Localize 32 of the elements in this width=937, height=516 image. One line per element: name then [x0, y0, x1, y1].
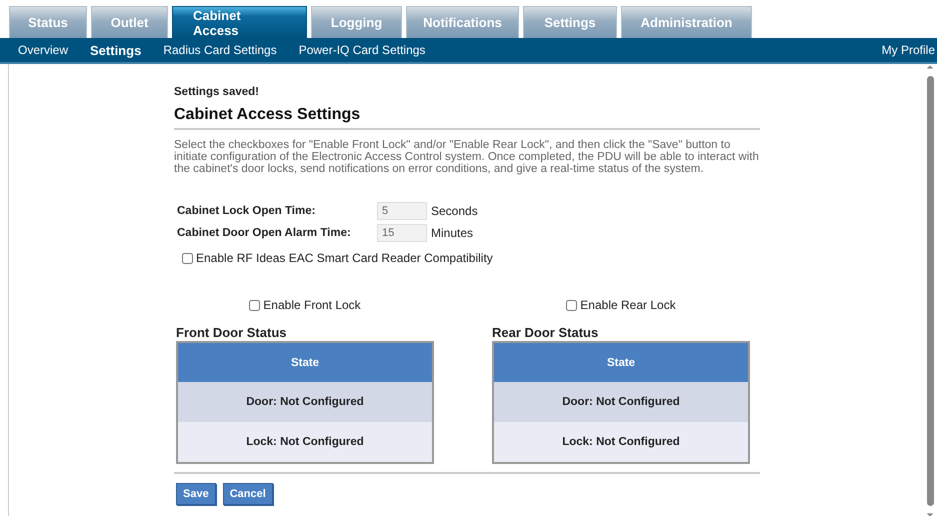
checkbox[interactable]	[249, 300, 260, 310]
checkbox-label: Enable RF Ideas EAC Smart Card Reader Compatibility	[196, 251, 493, 265]
section-title: Rear Door Status	[492, 325, 600, 340]
table-header: State	[494, 343, 748, 382]
save-button[interactable]: Save	[176, 483, 216, 505]
unit-label: Seconds	[431, 204, 478, 218]
field-label: Cabinet Lock Open Time:	[177, 205, 316, 217]
subnav-link[interactable]: Power-IQ Card Settings	[298, 42, 426, 58]
subnav-link[interactable]: Overview	[18, 42, 68, 58]
checkbox[interactable]	[566, 300, 578, 310]
cancel-button[interactable]: Cancel	[222, 483, 273, 505]
checkbox-label: Enable Front Lock	[263, 298, 361, 312]
section-title: Front Door Status	[176, 325, 288, 340]
table-cell: Door: Not Configured	[178, 382, 432, 422]
input-field[interactable]: 5	[377, 202, 427, 220]
nav-tab[interactable]: Cabinet Access	[172, 6, 307, 38]
checkbox[interactable]	[182, 252, 193, 264]
input-field[interactable]: 15	[377, 224, 427, 242]
unit-label: Minutes	[431, 226, 474, 240]
table-cell: Door: Not Configured	[494, 382, 748, 422]
status-message: Settings saved!	[174, 86, 260, 98]
table-cell: Lock: Not Configured	[494, 422, 748, 462]
table-cell: Lock: Not Configured	[178, 422, 432, 462]
page-heading: Cabinet Access Settings	[174, 106, 362, 124]
scroll-thumb[interactable]	[926, 76, 934, 506]
subnav-link[interactable]: Radius Card Settings	[163, 42, 277, 58]
subnav-link[interactable]: Settings	[90, 42, 142, 58]
field-label: Cabinet Door Open Alarm Time:	[177, 227, 352, 239]
table-header: State	[178, 343, 432, 382]
description-text: Select the checkboxes for "Enable Front Lock" and/or "Enable Rear Lock", and then click the "Save" button to initiate configuration of the Electronic Access Control system. Once completed, the PDU will be able to interact with the cabinet's door locks, send notifications on error conditions, and give a real-time status of the system.	[174, 139, 760, 175]
profile-link[interactable]: My Profile	[882, 43, 937, 57]
checkbox-label: Enable Rear Lock	[580, 298, 676, 312]
